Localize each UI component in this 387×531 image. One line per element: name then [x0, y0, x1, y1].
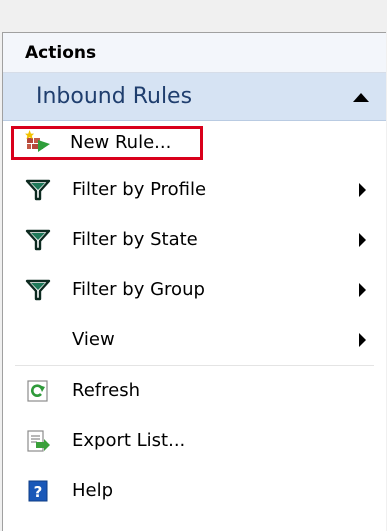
action-filter-by-profile[interactable]: Filter by Profile — [3, 165, 386, 215]
submenu-arrow-icon — [359, 183, 366, 197]
submenu-arrow-icon — [359, 333, 366, 347]
actions-header: Actions — [3, 33, 386, 73]
action-export-list[interactable]: Export List... — [3, 416, 386, 466]
filter-by-group-label: Filter by Group — [72, 279, 205, 300]
submenu-arrow-icon — [359, 283, 366, 297]
action-filter-by-group[interactable]: Filter by Group — [3, 265, 386, 315]
refresh-label: Refresh — [72, 380, 140, 401]
action-help[interactable]: ? Help — [3, 466, 386, 516]
inbound-rules-section-header[interactable]: Inbound Rules — [3, 73, 386, 121]
collapse-arrow-icon[interactable] — [353, 93, 369, 102]
help-label: Help — [72, 480, 114, 501]
action-refresh[interactable]: Refresh — [3, 366, 386, 416]
export-list-icon — [25, 429, 51, 453]
filter-icon — [25, 228, 51, 252]
filter-by-profile-label: Filter by Profile — [72, 179, 207, 200]
help-icon: ? — [25, 479, 51, 503]
filter-by-state-label: Filter by State — [72, 229, 198, 250]
action-view[interactable]: View — [3, 315, 386, 365]
action-new-rule[interactable]: New Rule... — [3, 121, 386, 165]
action-filter-by-state[interactable]: Filter by State — [3, 215, 386, 265]
highlight-box — [11, 126, 203, 160]
svg-text:?: ? — [34, 483, 43, 501]
section-title: Inbound Rules — [36, 84, 193, 109]
filter-icon — [25, 178, 51, 202]
filter-icon — [25, 278, 51, 302]
view-label: View — [72, 329, 115, 350]
export-list-label: Export List... — [72, 430, 186, 451]
actions-pane: Actions Inbound Rules New Rule... Filter… — [2, 32, 386, 531]
refresh-icon — [25, 379, 51, 403]
submenu-arrow-icon — [359, 233, 366, 247]
